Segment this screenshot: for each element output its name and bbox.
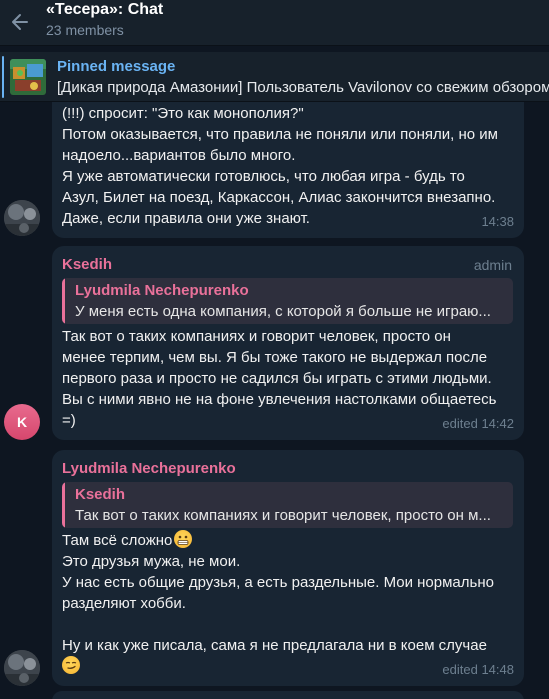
message-line: У нас есть общие друзья, а есть раздельн… <box>62 574 494 591</box>
message-line: разделяют хобби. <box>62 595 186 612</box>
avatar[interactable]: K <box>4 404 40 440</box>
avatar-letter: K <box>16 414 28 430</box>
avatar[interactable] <box>4 650 40 686</box>
back-button[interactable] <box>2 6 38 38</box>
reply-sender: Lyudmila Nechepurenko <box>75 282 249 299</box>
message-line: надоело...вариантов было много. <box>62 147 296 164</box>
smirking-emoji-icon <box>62 656 80 674</box>
message-line-text: Там всё сложно <box>62 532 173 549</box>
message-time: edited 14:42 <box>442 416 514 431</box>
message-line: Ну и как уже писала, сама я не предлагал… <box>62 637 487 654</box>
arrow-left-icon <box>12 14 28 30</box>
sender-name[interactable]: Lyudmila Nechepurenko <box>62 460 236 477</box>
message-line: Я уже автоматически готовлюсь, что любая… <box>62 168 465 185</box>
reply-preview[interactable]: Lyudmila Nechepurenko У меня есть одна к… <box>62 278 513 324</box>
reply-text: У меня есть одна компания, с которой я б… <box>75 303 491 320</box>
chat-header: «Тесера»: Chat 23 members <box>0 0 549 46</box>
message-line <box>62 656 80 677</box>
message-line: Вы с ними явно не на фоне увлечения наст… <box>62 391 497 408</box>
message-line: Даже, если правила они уже знают. <box>62 210 310 227</box>
reply-text: Так вот о таких компаниях и говорит чело… <box>75 507 491 524</box>
message-line: Азул, Билет на поезд, Каркассон, Алиас з… <box>62 189 496 206</box>
pinned-text: [Дикая природа Амазонии] Пользователь Va… <box>57 79 549 96</box>
reply-indicator <box>62 278 65 324</box>
message-bubble[interactable]: (!!!) спросит: "Это как монополия?" Пото… <box>52 102 524 238</box>
chat-title[interactable]: «Тесера»: Chat <box>46 1 163 19</box>
grimacing-emoji-icon <box>174 530 193 548</box>
message-time: edited 14:48 <box>442 662 514 677</box>
sender-name[interactable]: Ksedih <box>62 256 112 273</box>
admin-badge: admin <box>473 257 512 273</box>
message-line: первого раза и просто не садился бы игра… <box>62 370 492 387</box>
message-line: Там всё сложно <box>62 530 193 551</box>
reply-sender: Ksedih <box>75 486 126 503</box>
message-bubble[interactable]: Ksedih admin Lyudmila Nechepurenko У мен… <box>52 246 524 440</box>
message-line: Это друзья мужа, не мои. <box>62 553 241 570</box>
message-line: Так вот о таких компаниях и говорит чело… <box>62 328 451 345</box>
pinned-thumbnail <box>10 59 46 95</box>
member-count: 23 members <box>46 22 124 38</box>
pinned-message-bar[interactable]: Pinned message [Дикая природа Амазонии] … <box>0 52 549 102</box>
message-line: менее терпим, чем вы. Я бы тоже такого н… <box>62 349 488 366</box>
reply-indicator <box>62 482 65 528</box>
message-time: 14:38 <box>481 214 514 229</box>
message-line: (!!!) спросит: "Это как монополия?" <box>62 105 304 122</box>
pinned-indicator <box>2 56 4 98</box>
avatar[interactable] <box>4 200 40 236</box>
message-line: Потом оказывается, что правила не поняли… <box>62 126 498 143</box>
next-message-bubble <box>52 691 524 699</box>
reply-preview[interactable]: Ksedih Так вот о таких компаниях и говор… <box>62 482 513 528</box>
pinned-title: Pinned message <box>57 58 176 75</box>
message-line: =) <box>62 412 76 429</box>
message-bubble[interactable]: Lyudmila Nechepurenko Ksedih Так вот о т… <box>52 450 524 686</box>
